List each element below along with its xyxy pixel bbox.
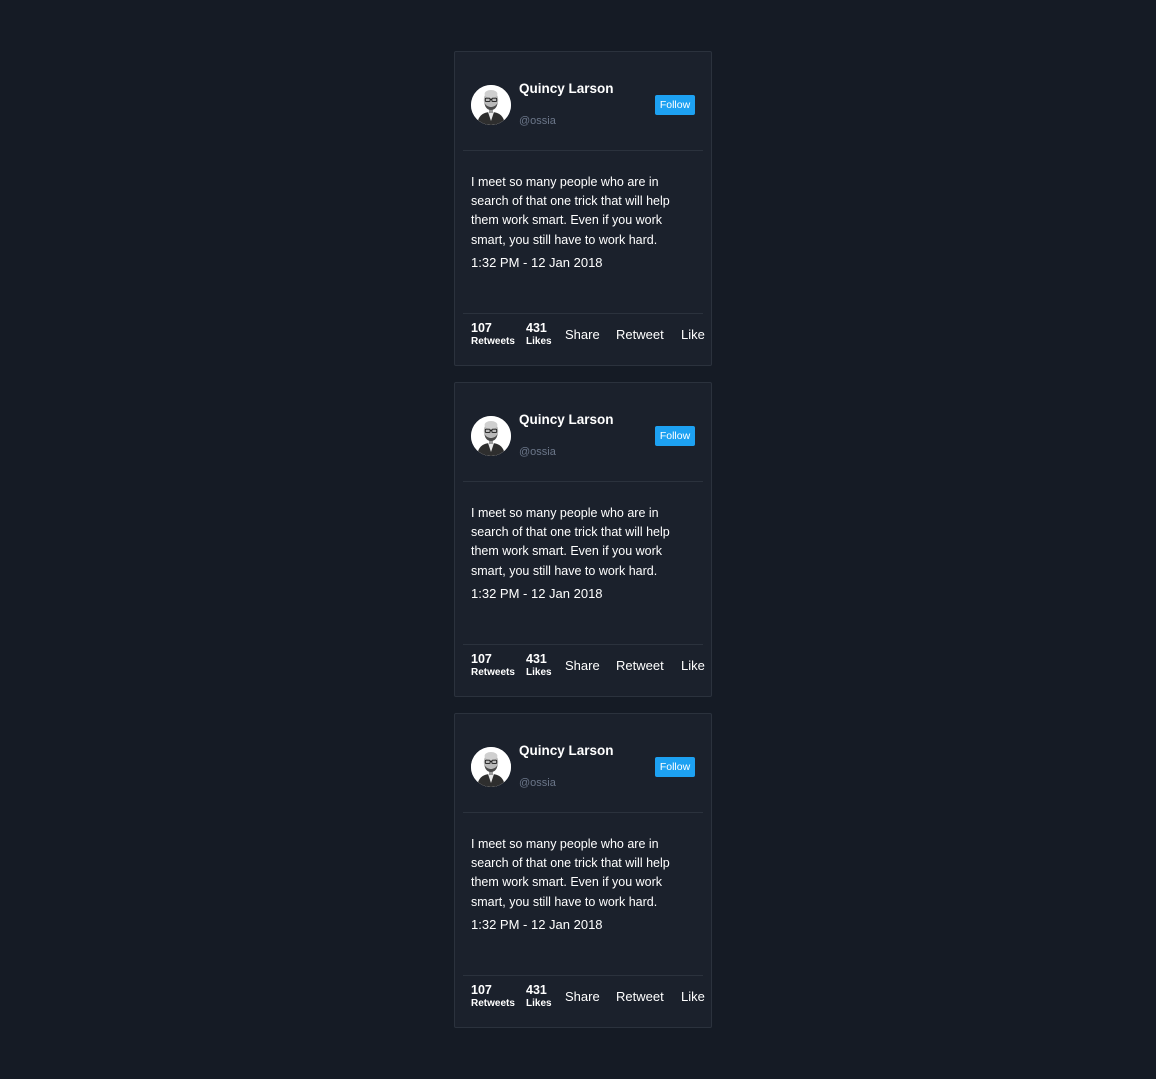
author-name[interactable]: Quincy Larson [519, 743, 614, 758]
author-name[interactable]: Quincy Larson [519, 81, 614, 96]
tweet-text: I meet so many people who are in search … [471, 837, 670, 909]
likes-count: 431 [526, 321, 547, 335]
tweet-stats-bar: 107 Retweets 431 Likes Share Retweet Lik… [471, 983, 711, 1015]
retweet-button[interactable]: Retweet [616, 989, 664, 1004]
divider [463, 313, 703, 314]
retweets-label: Retweets [471, 336, 515, 347]
likes-count: 431 [526, 983, 547, 997]
tweet-text: I meet so many people who are in search … [471, 506, 670, 578]
likes-count: 431 [526, 652, 547, 666]
follow-button[interactable]: Follow [655, 757, 695, 777]
tweet-card: Quincy Larson @ossia Follow I meet so ma… [454, 51, 712, 366]
retweets-label: Retweets [471, 998, 515, 1009]
divider [463, 644, 703, 645]
user-portrait-icon [471, 747, 511, 787]
retweets-stat[interactable]: 107 Retweets [471, 652, 515, 679]
share-button[interactable]: Share [565, 327, 600, 342]
divider [463, 812, 703, 813]
like-button[interactable]: Like [681, 658, 705, 673]
retweet-button[interactable]: Retweet [616, 327, 664, 342]
tweet-stats-bar: 107 Retweets 431 Likes Share Retweet Lik… [471, 321, 711, 353]
tweet-feed: Quincy Larson @ossia Follow I meet so ma… [454, 51, 712, 1044]
tweet-header: Quincy Larson @ossia Follow [471, 743, 695, 790]
avatar[interactable] [471, 416, 511, 456]
retweets-stat[interactable]: 107 Retweets [471, 983, 515, 1010]
retweet-button[interactable]: Retweet [616, 658, 664, 673]
author-name[interactable]: Quincy Larson [519, 412, 614, 427]
retweets-label: Retweets [471, 667, 515, 678]
tweet-timestamp: 1:32 PM - 12 Jan 2018 [471, 255, 603, 270]
tweet-timestamp: 1:32 PM - 12 Jan 2018 [471, 917, 603, 932]
likes-stat[interactable]: 431 Likes [526, 652, 552, 679]
author-handle[interactable]: @ossia [519, 777, 556, 789]
likes-label: Likes [526, 998, 552, 1009]
divider [463, 481, 703, 482]
user-portrait-icon [471, 416, 511, 456]
tweet-header: Quincy Larson @ossia Follow [471, 81, 695, 128]
author-handle[interactable]: @ossia [519, 115, 556, 127]
avatar[interactable] [471, 747, 511, 787]
like-button[interactable]: Like [681, 989, 705, 1004]
divider [463, 975, 703, 976]
divider [463, 150, 703, 151]
follow-button[interactable]: Follow [655, 95, 695, 115]
author-handle[interactable]: @ossia [519, 446, 556, 458]
avatar[interactable] [471, 85, 511, 125]
tweet-timestamp: 1:32 PM - 12 Jan 2018 [471, 586, 603, 601]
like-button[interactable]: Like [681, 327, 705, 342]
retweets-count: 107 [471, 983, 492, 997]
tweet-text: I meet so many people who are in search … [471, 175, 670, 247]
retweets-stat[interactable]: 107 Retweets [471, 321, 515, 348]
follow-button[interactable]: Follow [655, 426, 695, 446]
share-button[interactable]: Share [565, 658, 600, 673]
user-portrait-icon [471, 85, 511, 125]
likes-label: Likes [526, 667, 552, 678]
tweet-card: Quincy Larson @ossia Follow I meet so ma… [454, 382, 712, 697]
retweets-count: 107 [471, 652, 492, 666]
likes-stat[interactable]: 431 Likes [526, 321, 552, 348]
retweets-count: 107 [471, 321, 492, 335]
tweet-card: Quincy Larson @ossia Follow I meet so ma… [454, 713, 712, 1028]
share-button[interactable]: Share [565, 989, 600, 1004]
tweet-stats-bar: 107 Retweets 431 Likes Share Retweet Lik… [471, 652, 711, 684]
tweet-header: Quincy Larson @ossia Follow [471, 412, 695, 459]
likes-label: Likes [526, 336, 552, 347]
likes-stat[interactable]: 431 Likes [526, 983, 552, 1010]
